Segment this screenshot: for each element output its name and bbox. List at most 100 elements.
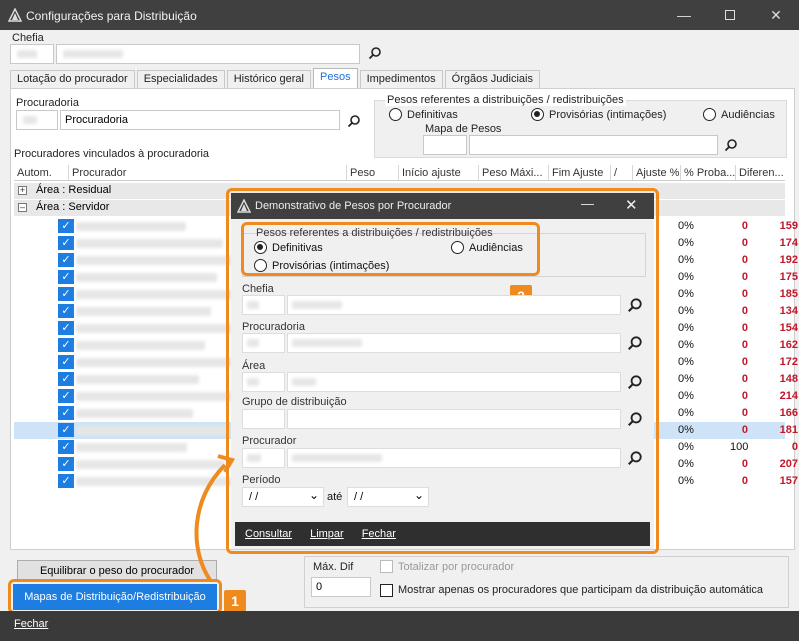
col-diferenca[interactable]: Diferen... xyxy=(736,165,785,181)
col-ajuste-pct[interactable]: Ajuste % xyxy=(633,165,681,181)
tab-pesos[interactable]: Pesos xyxy=(313,68,358,88)
diferenca: 181 xyxy=(779,424,798,436)
procurador-name-redacted xyxy=(76,307,211,316)
ajuste-pct: 0% xyxy=(678,356,694,368)
col-autom[interactable]: Autom. xyxy=(14,165,69,181)
vinculados-label: Procuradores vinculados à procuradoria xyxy=(14,148,210,160)
window-titlebar: Configurações para Distribuição — ✕ xyxy=(0,0,799,30)
diferenca: 174 xyxy=(779,237,798,249)
col-fim-ajuste[interactable]: Fim Ajuste xyxy=(549,165,611,181)
mapa-de-pesos-label: Mapa de Pesos xyxy=(425,123,502,135)
tab-lotacao[interactable]: Lotação do procurador xyxy=(10,70,135,88)
bottom-bar: Fechar xyxy=(0,611,799,641)
col-slash[interactable]: / xyxy=(611,165,633,181)
radio-definitivas-label: Definitivas xyxy=(407,109,458,121)
radio-definitivas[interactable] xyxy=(389,108,402,121)
ajuste-pct: 0% xyxy=(678,407,694,419)
col-peso[interactable]: Peso xyxy=(347,165,399,181)
max-dif-field[interactable]: 0 xyxy=(311,577,371,597)
callout-arrow-icon xyxy=(194,454,236,582)
ajuste-pct: 0% xyxy=(678,339,694,351)
probabilidade: 0 xyxy=(741,458,748,470)
autom-checkbox[interactable]: ✓ xyxy=(58,321,74,335)
expand-icon[interactable]: + xyxy=(18,186,27,195)
ajuste-pct: 0% xyxy=(678,475,694,487)
autom-checkbox[interactable]: ✓ xyxy=(58,372,74,386)
autom-checkbox[interactable]: ✓ xyxy=(58,457,74,471)
group-label: Área : Residual xyxy=(36,184,112,196)
autom-checkbox[interactable]: ✓ xyxy=(58,304,74,318)
mapa-search-icon[interactable] xyxy=(724,138,738,152)
col-inicio-ajuste[interactable]: Início ajuste xyxy=(399,165,479,181)
diferenca: 154 xyxy=(779,322,798,334)
procuradoria-name-field[interactable]: Procuradoria xyxy=(60,110,340,130)
chefia-code-field[interactable] xyxy=(10,44,54,64)
mapa-name-field[interactable] xyxy=(469,135,718,155)
chefia-label: Chefia xyxy=(12,32,44,44)
procurador-name-redacted xyxy=(76,358,242,367)
mapa-code-field[interactable] xyxy=(423,135,467,155)
radio-audiencias[interactable] xyxy=(703,108,716,121)
procurador-name-redacted xyxy=(76,273,217,282)
autom-checkbox[interactable]: ✓ xyxy=(58,338,74,352)
probabilidade: 100 xyxy=(730,441,749,453)
ajuste-pct: 0% xyxy=(678,373,694,385)
col-peso-max[interactable]: Peso Máxi... xyxy=(479,165,549,181)
procurador-name-redacted xyxy=(76,426,230,435)
options-box xyxy=(304,556,789,608)
probabilidade: 0 xyxy=(741,424,748,436)
chefia-search-icon[interactable] xyxy=(368,46,382,60)
group-label: Área : Servidor xyxy=(36,201,110,213)
procuradoria-code-field[interactable] xyxy=(16,110,58,130)
tab-historico[interactable]: Histórico geral xyxy=(226,70,311,88)
radio-provisorias[interactable] xyxy=(531,108,544,121)
ajuste-pct: 0% xyxy=(678,424,694,436)
ajuste-pct: 0% xyxy=(678,237,694,249)
close-button[interactable]: ✕ xyxy=(753,0,799,30)
diferenca: 207 xyxy=(779,458,798,470)
autom-checkbox[interactable]: ✓ xyxy=(58,406,74,420)
procurador-name-redacted xyxy=(76,392,236,401)
mostrar-checkbox[interactable] xyxy=(380,584,393,597)
autom-checkbox[interactable]: ✓ xyxy=(58,474,74,488)
mostrar-label: Mostrar apenas os procuradores que parti… xyxy=(398,584,764,596)
probabilidade: 0 xyxy=(741,475,748,487)
autom-checkbox[interactable]: ✓ xyxy=(58,236,74,250)
col-probabilidade[interactable]: % Proba... xyxy=(681,165,736,181)
probabilidade: 0 xyxy=(741,288,748,300)
autom-checkbox[interactable]: ✓ xyxy=(58,355,74,369)
col-procurador[interactable]: Procurador xyxy=(69,165,347,181)
probabilidade: 0 xyxy=(741,220,748,232)
autom-checkbox[interactable]: ✓ xyxy=(58,253,74,267)
minimize-button[interactable]: — xyxy=(661,0,707,30)
autom-checkbox[interactable]: ✓ xyxy=(58,219,74,233)
procuradoria-search-icon[interactable] xyxy=(347,114,361,128)
ajuste-pct: 0% xyxy=(678,220,694,232)
totalizar-checkbox[interactable] xyxy=(380,560,393,573)
autom-checkbox[interactable]: ✓ xyxy=(58,389,74,403)
diferenca: 159 xyxy=(779,220,798,232)
autom-checkbox[interactable]: ✓ xyxy=(58,440,74,454)
procuradoria-label: Procuradoria xyxy=(16,97,79,109)
tab-orgaos[interactable]: Órgãos Judiciais xyxy=(444,70,540,88)
probabilidade: 0 xyxy=(741,271,748,283)
ajuste-pct: 0% xyxy=(678,390,694,402)
ajuste-pct: 0% xyxy=(678,271,694,283)
fechar-button[interactable]: Fechar xyxy=(14,618,48,630)
probabilidade: 0 xyxy=(741,254,748,266)
chefia-name-field[interactable] xyxy=(56,44,360,64)
diferenca: 157 xyxy=(779,475,798,487)
minimize-icon: — xyxy=(677,7,691,23)
autom-checkbox[interactable]: ✓ xyxy=(58,423,74,437)
close-icon: ✕ xyxy=(770,6,782,23)
autom-checkbox[interactable]: ✓ xyxy=(58,270,74,284)
maximize-button[interactable] xyxy=(707,0,753,30)
totalizar-label: Totalizar por procurador xyxy=(398,561,515,573)
collapse-icon[interactable]: – xyxy=(18,203,27,212)
diferenca: 0 xyxy=(791,441,798,453)
diferenca: 162 xyxy=(779,339,798,351)
autom-checkbox[interactable]: ✓ xyxy=(58,287,74,301)
tab-especialidades[interactable]: Especialidades xyxy=(136,70,225,88)
ajuste-pct: 0% xyxy=(678,458,694,470)
tab-impedimentos[interactable]: Impedimentos xyxy=(359,70,443,88)
